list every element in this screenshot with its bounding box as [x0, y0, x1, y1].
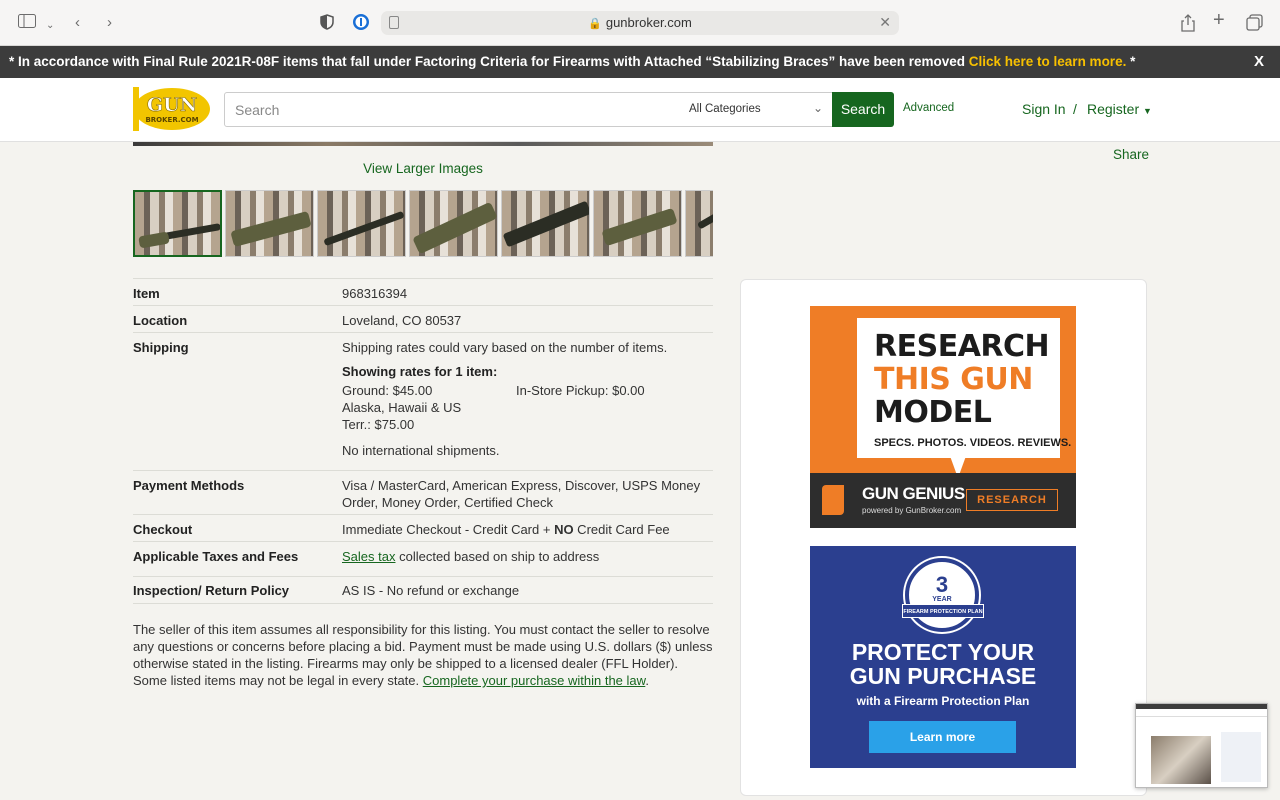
- detail-row-inspection: Inspection/ Return Policy AS IS - No ref…: [133, 576, 713, 604]
- ad2-subheadline: with a Firearm Protection Plan: [856, 694, 1030, 708]
- research-button[interactable]: RESEARCH: [966, 489, 1058, 511]
- shield-icon[interactable]: [320, 14, 334, 35]
- ground-rate: Ground: $45.00: [342, 383, 433, 398]
- learn-more-button[interactable]: Learn more: [869, 721, 1016, 753]
- share-link[interactable]: Share: [1113, 147, 1149, 162]
- thumbnail-image[interactable]: [685, 190, 713, 257]
- complete-purchase-link[interactable]: Complete your purchase within the law: [423, 673, 646, 688]
- detail-row-payment: Payment Methods Visa / MasterCard, Ameri…: [133, 470, 713, 514]
- pickup-rate: In-Store Pickup: $0.00: [516, 383, 645, 398]
- announcement-banner: * In accordance with Final Rule 2021R-08…: [0, 46, 1280, 78]
- ad-headline-1: RESEARCH: [874, 329, 1050, 364]
- checkout-suffix: Credit Card Fee: [573, 522, 670, 537]
- payment-value: Visa / MasterCard, American Express, Dis…: [342, 478, 701, 510]
- gun-genius-brand: GUN GENIUS: [862, 484, 965, 503]
- thumbnail-image[interactable]: [409, 190, 498, 257]
- address-bar[interactable]: 🔒 gunbroker.com ✕: [381, 11, 899, 35]
- ad-headline-3: MODEL: [874, 395, 992, 430]
- protection-plan-ad[interactable]: 3 YEAR FIREARM PROTECTION PLAN PROTECT Y…: [810, 546, 1076, 768]
- inspection-value: AS IS - No refund or exchange: [342, 583, 520, 598]
- detail-row-item: Item 968316394: [133, 278, 713, 305]
- category-value: All Categories: [689, 103, 761, 115]
- banner-text: * In accordance with Final Rule 2021R-08…: [9, 54, 969, 69]
- thumbnail-image[interactable]: [317, 190, 406, 257]
- ad-subheadline: SPECS. PHOTOS. VIDEOS. REVIEWS.: [874, 437, 1072, 449]
- no-international-note: No international shipments.: [342, 443, 500, 458]
- badge-ribbon: FIREARM PROTECTION PLAN: [902, 604, 984, 618]
- ad-headline-2: THIS GUN: [874, 362, 1033, 397]
- ad2-headline-1: PROTECT YOUR: [851, 639, 1035, 665]
- browser-toolbar: ⌄ ‹ › 🔒 gunbroker.com ✕ +: [0, 0, 1280, 46]
- image-thumbnails: [133, 190, 713, 257]
- gun-genius-powered-by: powered by GunBroker.com: [862, 506, 962, 515]
- location-value: Loveland, CO 80537: [342, 313, 462, 328]
- svg-text:GUN: GUN: [147, 94, 197, 116]
- item-label: Item: [133, 286, 160, 301]
- thumbnail-image[interactable]: [225, 190, 314, 257]
- detail-row-taxes: Applicable Taxes and Fees Sales tax coll…: [133, 541, 713, 576]
- thumbnail-image[interactable]: [133, 190, 222, 257]
- chevron-down-icon: ⌄: [812, 101, 823, 115]
- inspection-label: Inspection/ Return Policy: [133, 583, 290, 598]
- header-separator: /: [1073, 101, 1077, 117]
- sales-tax-link[interactable]: Sales tax: [342, 549, 395, 564]
- search-button[interactable]: Search: [832, 92, 894, 127]
- new-tab-icon[interactable]: +: [1213, 10, 1225, 30]
- gun-genius-ad[interactable]: RESEARCH THIS GUN MODEL SPECS. PHOTOS. V…: [810, 306, 1076, 528]
- search-input[interactable]: Search: [224, 92, 682, 127]
- location-label: Location: [133, 313, 188, 328]
- disclaimer-end: .: [645, 673, 649, 688]
- gunbroker-logo[interactable]: GUN BROKER.COM: [133, 87, 211, 131]
- thumbnail-image[interactable]: [501, 190, 590, 257]
- detail-row-location: Location Loveland, CO 80537: [133, 305, 713, 332]
- register-link[interactable]: Register ▼: [1087, 101, 1152, 117]
- banner-learn-more-link[interactable]: Click here to learn more.: [969, 54, 1127, 69]
- page-preview-thumbnail[interactable]: [1135, 703, 1268, 788]
- taxes-suffix: collected based on ship to address: [395, 549, 600, 564]
- forward-icon[interactable]: ›: [107, 14, 112, 32]
- url-text: gunbroker.com: [605, 15, 692, 30]
- ad2-headline-2: GUN PURCHASE: [849, 663, 1037, 689]
- site-header: GUN BROKER.COM Search All Categories ⌄ S…: [0, 78, 1280, 142]
- tabs-overview-icon[interactable]: [1246, 14, 1263, 36]
- advanced-search-link[interactable]: Advanced: [903, 102, 954, 114]
- gun-genius-logo-icon: [822, 485, 844, 515]
- sign-in-link[interactable]: Sign In: [1022, 101, 1066, 117]
- password-manager-icon[interactable]: [352, 13, 370, 36]
- checkout-label: Checkout: [133, 522, 193, 537]
- share-icon[interactable]: [1181, 14, 1195, 37]
- banner-close-button[interactable]: X: [1254, 46, 1264, 78]
- register-label: Register: [1087, 101, 1140, 117]
- checkout-prefix: Immediate Checkout - Credit Card +: [342, 522, 555, 537]
- badge-year: YEAR: [932, 596, 952, 603]
- badge-number: 3: [935, 572, 949, 597]
- shipping-label: Shipping: [133, 340, 189, 355]
- seller-disclaimer: The seller of this item assumes all resp…: [133, 621, 713, 689]
- view-larger-images-link[interactable]: View Larger Images: [133, 161, 713, 176]
- alaska-rate: Alaska, Hawaii & US Terr.: $75.00: [342, 400, 462, 432]
- sidebar-toggle-icon[interactable]: [18, 14, 36, 33]
- shipping-note: Shipping rates could vary based on the n…: [342, 340, 668, 355]
- three-year-badge: 3 YEAR: [905, 558, 979, 632]
- detail-row-shipping: Shipping Shipping rates could vary based…: [133, 332, 713, 470]
- chevron-down-icon[interactable]: ⌄: [46, 17, 54, 35]
- detail-row-checkout: Checkout Immediate Checkout - Credit Car…: [133, 514, 713, 541]
- banner-suffix: *: [1126, 54, 1136, 69]
- payment-label: Payment Methods: [133, 478, 245, 493]
- item-number: 968316394: [342, 286, 408, 301]
- category-select[interactable]: All Categories ⌄: [681, 92, 833, 127]
- taxes-label: Applicable Taxes and Fees: [133, 549, 299, 564]
- checkout-no: NO: [554, 522, 574, 537]
- caret-down-icon: ▼: [1143, 106, 1152, 116]
- showing-rates-heading: Showing rates for 1 item:: [342, 364, 498, 379]
- svg-text:BROKER.COM: BROKER.COM: [145, 116, 198, 124]
- lock-icon: 🔒: [588, 18, 602, 30]
- main-product-image[interactable]: [133, 142, 713, 146]
- taxes-value: Sales tax collected based on ship to add…: [342, 548, 599, 565]
- thumbnail-image[interactable]: [593, 190, 682, 257]
- checkout-value: Immediate Checkout - Credit Card + NO Cr…: [342, 521, 670, 538]
- close-icon[interactable]: ✕: [879, 14, 891, 31]
- back-icon[interactable]: ‹: [75, 14, 80, 32]
